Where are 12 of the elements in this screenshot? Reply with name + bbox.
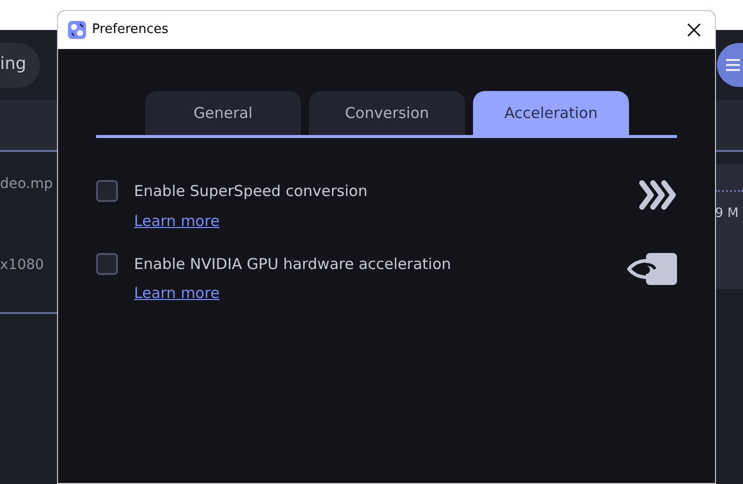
tab[interactable]: Conversion — [309, 91, 465, 135]
tab[interactable]: General — [145, 91, 301, 135]
option-label: Enable NVIDIA GPU hardware acceleration — [134, 254, 452, 274]
toolbar-button[interactable]: ing — [0, 42, 40, 88]
table-cell-text: x1080 — [0, 256, 45, 275]
tab[interactable]: Acceleration — [473, 91, 629, 135]
learn-more-link[interactable]: Learn more — [134, 212, 220, 230]
table-cell-text: 9 M — [715, 205, 740, 223]
learn-more-link[interactable]: Learn more — [134, 284, 220, 302]
option-label: Enable SuperSpeed conversion — [134, 181, 368, 202]
window-title: Preferences — [92, 21, 170, 40]
table-cell-text: deo.mp — [0, 175, 54, 194]
